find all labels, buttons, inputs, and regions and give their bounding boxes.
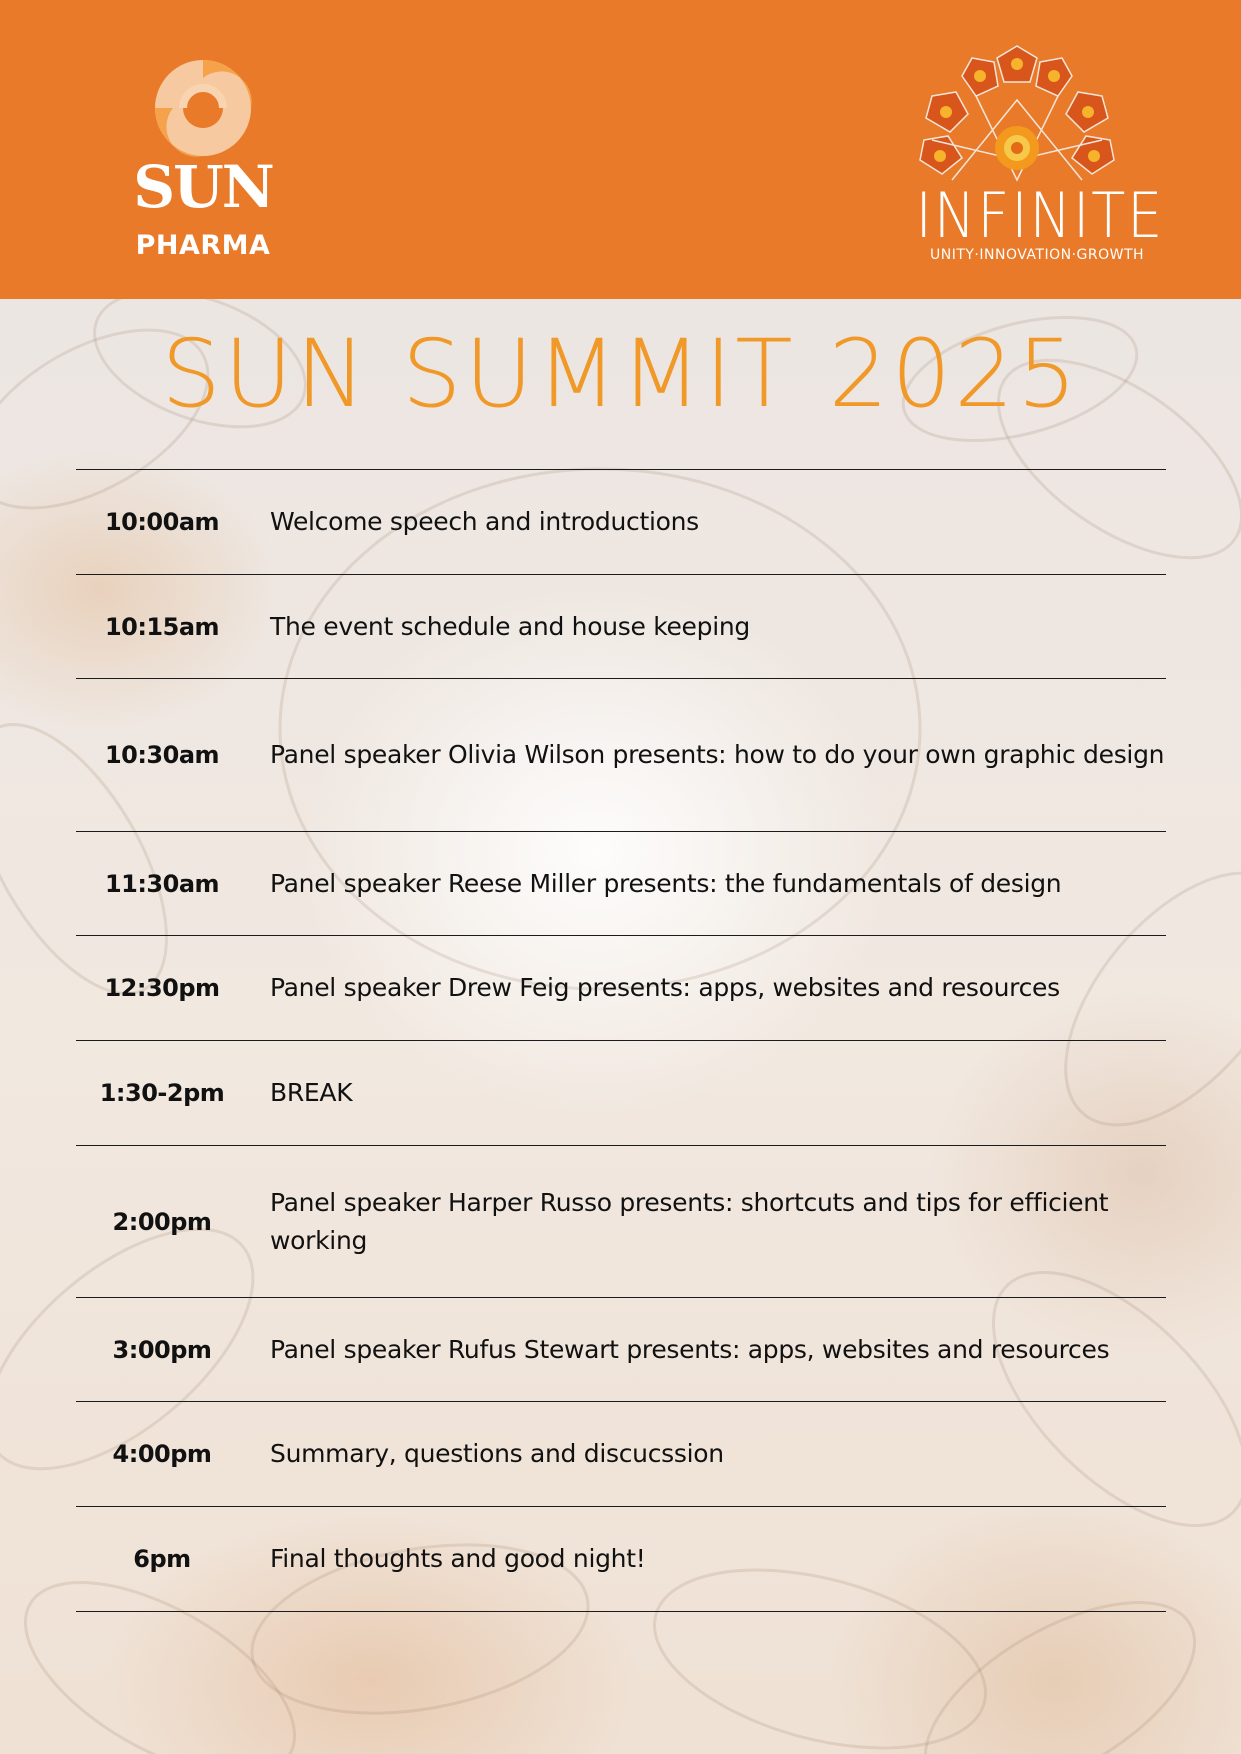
brand-name: SUN bbox=[133, 153, 274, 221]
schedule-description: Panel speaker Harper Russo presents: sho… bbox=[270, 1187, 1109, 1255]
schedule-row: 10:30am Panel speaker Olivia Wilson pres… bbox=[76, 679, 1166, 832]
infinite-emblem-icon bbox=[919, 45, 1115, 182]
schedule-description: Panel speaker Reese Miller presents: the… bbox=[270, 868, 1062, 898]
schedule-time: 12:30pm bbox=[104, 974, 220, 1002]
schedule-description: Panel speaker Olivia Wilson presents: ho… bbox=[270, 740, 1165, 769]
schedule-description: Panel speaker Drew Feig presents: apps, … bbox=[270, 973, 1060, 1002]
schedule-row: 12:30pm Panel speaker Drew Feig presents… bbox=[76, 936, 1166, 1041]
schedule-time: 2:00pm bbox=[112, 1207, 212, 1236]
schedule-row: 2:00pm Panel speaker Harper Russo presen… bbox=[76, 1146, 1166, 1298]
schedule-description: Final thoughts and good night! bbox=[270, 1544, 646, 1573]
schedule-row: 6pm Final thoughts and good night! bbox=[76, 1507, 1166, 1612]
schedule-row: 10:00am Welcome speech and introductions bbox=[76, 470, 1166, 575]
header-banner: SUN PHARMA INFINITE UNITY·INNOVATION·GRO… bbox=[0, 0, 1241, 299]
schedule-time: 4:00pm bbox=[112, 1440, 212, 1468]
page-title: SUN SUMMIT 2025 bbox=[161, 320, 1080, 429]
schedule-row: 3:00pm Panel speaker Rufus Stewart prese… bbox=[76, 1298, 1166, 1402]
schedule-row: 1:30-2pm BREAK bbox=[76, 1041, 1166, 1146]
brand-subname: PHARMA bbox=[135, 230, 271, 261]
schedule-row: 11:30am Panel speaker Reese Miller prese… bbox=[76, 832, 1166, 936]
schedule-description: BREAK bbox=[270, 1078, 353, 1107]
campaign-name: INFINITE bbox=[915, 179, 1165, 252]
schedule-time: 10:15am bbox=[104, 612, 220, 641]
schedule-description: Panel speaker Rufus Stewart presents: ap… bbox=[270, 1334, 1110, 1364]
schedule-time: 11:30am bbox=[104, 869, 220, 898]
schedule-time: 1:30-2pm bbox=[99, 1079, 225, 1107]
campaign-tagline: UNITY·INNOVATION·GROWTH bbox=[929, 247, 1145, 263]
schedule-time: 6pm bbox=[133, 1545, 191, 1573]
schedule-description: The event schedule and house keeping bbox=[270, 611, 750, 641]
schedule-description: Summary, questions and discucssion bbox=[270, 1439, 724, 1468]
schedule-time: 10:00am bbox=[104, 508, 220, 536]
schedule-time: 3:00pm bbox=[112, 1335, 212, 1364]
schedule-row: 4:00pm Summary, questions and discucssio… bbox=[76, 1402, 1166, 1507]
schedule-table: 10:00am Welcome speech and introductions… bbox=[76, 469, 1166, 1612]
schedule-row: 10:15am The event schedule and house kee… bbox=[76, 575, 1166, 679]
schedule-description: Welcome speech and introductions bbox=[270, 507, 699, 536]
schedule-time: 10:30am bbox=[104, 741, 220, 769]
